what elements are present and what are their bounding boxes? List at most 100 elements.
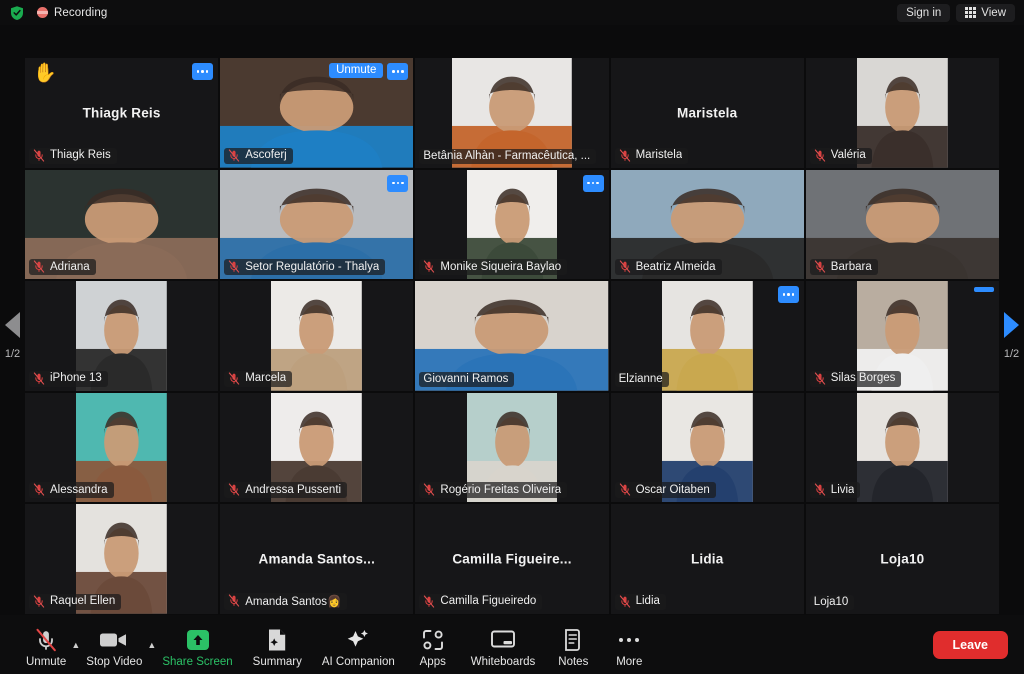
zoom-meeting-window: Recording Sign in View 1/2 1/2 Thiagk Re… xyxy=(0,0,1024,674)
sign-in-button[interactable]: Sign in xyxy=(897,3,951,22)
participant-tile[interactable]: Monike Siqueira Baylao xyxy=(415,169,609,280)
participant-tile[interactable]: Maristela Maristela xyxy=(610,58,804,168)
participant-name-plate: Barbara xyxy=(809,259,878,276)
participant-name-plate: Camilla Figueiredo xyxy=(419,593,543,610)
toolbar-item-label: Notes xyxy=(558,656,589,668)
chevron-left-icon xyxy=(5,312,20,338)
toolbar-notes-button[interactable]: Notes xyxy=(545,628,601,674)
participant-tile[interactable]: Camilla Figueire... Camilla Figueiredo xyxy=(415,504,609,614)
share-screen-icon xyxy=(186,628,210,652)
participant-name-label: Alessandra xyxy=(50,483,108,496)
microphone-off-icon xyxy=(33,483,45,497)
participant-name-label: Monike Siqueira Baylao xyxy=(440,260,562,273)
raised-hand-icon: ✋ xyxy=(33,63,57,84)
chevron-right-icon xyxy=(1004,312,1019,338)
participant-tile[interactable]: Marcela xyxy=(220,281,414,391)
microphone-off-icon xyxy=(33,595,45,608)
participant-tile[interactable]: iPhone 13 xyxy=(25,281,219,391)
participant-display-name: Thiagk Reis xyxy=(82,105,161,121)
tile-more-options-button[interactable] xyxy=(777,286,799,304)
tile-more-options-button[interactable] xyxy=(582,174,604,192)
unmute-request-button[interactable]: Unmute xyxy=(329,63,384,78)
participant-tile[interactable]: Valéria xyxy=(805,58,999,168)
participant-video xyxy=(856,392,948,503)
participant-tile[interactable]: Elzianne xyxy=(610,281,804,391)
participant-tile[interactable]: Raquel Ellen xyxy=(25,504,219,614)
participant-tile[interactable]: Betânia Alhàn - Farmacêutica, ... xyxy=(415,58,609,168)
video-camera-icon xyxy=(99,628,129,652)
participant-name-label: Camilla Figueiredo xyxy=(440,595,537,608)
grid-view-icon xyxy=(965,7,977,18)
participant-tile[interactable]: Loja10 Loja10 xyxy=(805,504,999,614)
participant-name-plate: Monike Siqueira Baylao xyxy=(419,259,568,276)
toolbar-item-label: Unmute xyxy=(26,656,67,668)
next-page-button[interactable]: 1/2 xyxy=(999,58,1024,614)
participant-name-plate: Alessandra xyxy=(29,482,114,499)
toolbar-apps-button[interactable]: Apps xyxy=(405,628,461,674)
toolbar-item-label: Apps xyxy=(419,656,446,668)
participant-name-label: Amanda Santos👩 xyxy=(245,595,342,608)
participant-tile[interactable]: Oscar Oitaben xyxy=(610,392,804,503)
participant-name-label: Giovanni Ramos xyxy=(423,372,509,385)
participant-tile[interactable]: Thiagk Reis ✋ Thiagk Reis xyxy=(25,58,219,168)
participant-name-label: Beatriz Almeida xyxy=(635,260,716,273)
recording-status[interactable]: Recording xyxy=(32,5,112,21)
microphone-off-icon xyxy=(814,483,825,497)
tile-more-options-button[interactable] xyxy=(192,63,214,80)
participant-tile[interactable]: Giovanni Ramos xyxy=(415,281,609,391)
participant-name-plate: Oscar Oitaben xyxy=(614,482,716,499)
microphone-off-icon xyxy=(814,260,825,273)
previous-page-button[interactable]: 1/2 xyxy=(0,58,25,614)
participant-tile[interactable]: Beatriz Almeida xyxy=(610,169,804,280)
microphone-off-icon xyxy=(229,149,240,162)
toolbar-ai-companion-button[interactable]: AI Companion xyxy=(312,628,405,674)
toolbar-item-label: More xyxy=(616,656,643,668)
view-label: View xyxy=(981,6,1006,19)
shield-check-icon[interactable] xyxy=(9,5,25,21)
participant-tile[interactable]: Livia xyxy=(805,392,999,503)
toolbar-stop-video-button[interactable]: ▲ Stop Video xyxy=(76,628,156,674)
tile-more-options-button[interactable] xyxy=(973,287,994,293)
participant-name-plate: Amanda Santos👩 xyxy=(224,592,348,610)
participant-name-label: Maristela xyxy=(635,149,683,162)
microphone-off-icon xyxy=(229,594,240,608)
participant-name-plate: Andressa Pussenti xyxy=(224,482,348,499)
participant-tile[interactable]: Barbara xyxy=(805,169,999,280)
participant-display-name: Amanda Santos... xyxy=(258,551,376,567)
microphone-off-icon xyxy=(229,372,240,385)
participant-tile[interactable]: Alessandra xyxy=(25,392,219,503)
microphone-off-icon xyxy=(229,483,240,497)
toolbar-more-button[interactable]: More xyxy=(601,628,657,674)
toolbar-summary-button[interactable]: Summary xyxy=(243,628,312,674)
participant-name-plate: Valéria xyxy=(809,147,872,164)
participant-name-label: Marcela xyxy=(245,372,287,385)
participant-tile[interactable]: Unmute Ascoferj xyxy=(220,58,414,168)
participant-name-label: Valéria xyxy=(830,149,866,162)
participant-tile[interactable]: Rogério Freitas Oliveira xyxy=(415,392,609,503)
participant-tile[interactable]: Amanda Santos... Amanda Santos👩 xyxy=(220,504,414,614)
toolbar-whiteboards-button[interactable]: Whiteboards xyxy=(461,628,546,674)
participant-name-plate: Maristela xyxy=(614,147,689,164)
toolbar-share-screen-button[interactable]: Share Screen xyxy=(152,628,242,674)
view-button[interactable]: View xyxy=(956,3,1015,22)
participant-tile[interactable]: Adriana xyxy=(25,169,219,280)
participant-tile[interactable]: Setor Regulatório - Thalya xyxy=(220,169,414,280)
top-bar-left: Recording xyxy=(0,5,112,21)
participant-name-plate: Betânia Alhàn - Farmacêutica, ... xyxy=(419,148,597,164)
participant-display-name: Maristela xyxy=(677,105,738,121)
summary-doc-icon xyxy=(266,628,288,652)
participant-tile[interactable]: Lidia Lidia xyxy=(610,504,804,614)
participant-name-label: Ascoferj xyxy=(245,149,287,162)
tile-more-options-button[interactable] xyxy=(387,174,409,192)
participant-name-plate: Adriana xyxy=(29,259,96,276)
microphone-off-icon xyxy=(33,628,59,652)
toolbar-unmute-button[interactable]: ▲ Unmute xyxy=(16,628,80,674)
participant-name-plate: Rogério Freitas Oliveira xyxy=(419,482,568,499)
leave-button[interactable]: Leave xyxy=(932,630,1008,659)
participant-video xyxy=(661,281,753,391)
tile-more-options-button[interactable] xyxy=(387,63,409,80)
recording-label: Recording xyxy=(54,6,108,19)
toolbar-item-label: Summary xyxy=(252,656,302,668)
participant-tile[interactable]: Andressa Pussenti xyxy=(220,392,414,503)
participant-tile[interactable]: Silas Borges xyxy=(805,281,999,391)
